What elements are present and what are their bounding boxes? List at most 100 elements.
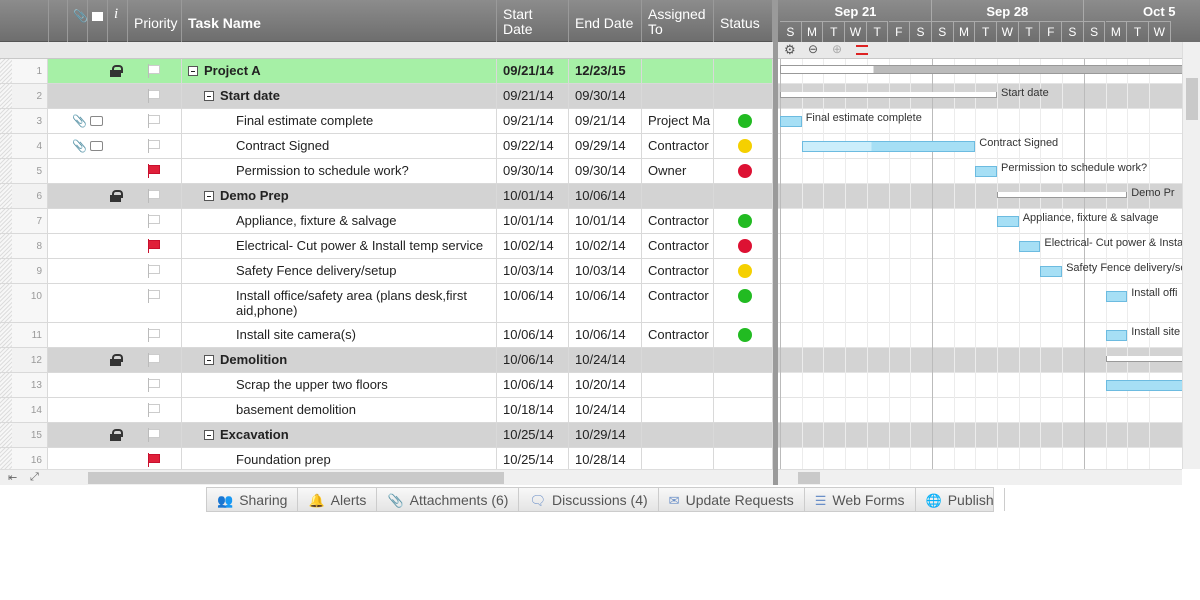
priority-cell[interactable]	[128, 323, 182, 347]
comment-icon[interactable]	[90, 116, 103, 126]
assigned-to-cell[interactable]	[642, 184, 714, 208]
task-bar[interactable]	[997, 216, 1019, 227]
status-cell[interactable]	[714, 259, 773, 283]
priority-cell[interactable]	[128, 109, 182, 133]
table-row[interactable]: 10 Install office/safety area (plans desk…	[0, 284, 773, 323]
table-row[interactable]: 9 Safety Fence delivery/setup 10/03/14 10/0…	[0, 259, 773, 284]
task-bar[interactable]	[1105, 291, 1128, 302]
flag-icon[interactable]	[148, 289, 160, 303]
priority-cell[interactable]	[128, 59, 182, 83]
tab-update[interactable]: ✉ Update Requests	[659, 488, 805, 511]
start-date-cell[interactable]: 09/21/14	[497, 84, 569, 108]
attachment-icon[interactable]: 📎	[72, 139, 87, 153]
task-bar[interactable]	[975, 166, 997, 177]
task-name-cell[interactable]: Permission to schedule work?	[182, 159, 497, 183]
table-row[interactable]: 2 Start date 09/21/14 09/30/14	[0, 84, 773, 109]
collapse-toggle-icon[interactable]	[204, 91, 214, 101]
table-row[interactable]: 12 Demolition 10/06/14 10/24/14	[0, 348, 773, 373]
task-name-cell[interactable]: Project A	[182, 59, 497, 83]
flag-icon[interactable]	[148, 328, 160, 342]
status-column-header[interactable]: Status	[714, 0, 773, 42]
table-row[interactable]: 11 Install site camera(s) 10/06/14 10/06/14…	[0, 323, 773, 348]
task-bar[interactable]	[1018, 241, 1041, 252]
summary-bar-start-date[interactable]	[780, 92, 997, 98]
status-cell[interactable]	[714, 398, 773, 422]
comment-icon[interactable]	[90, 141, 103, 151]
table-row[interactable]: 6 Demo Prep 10/01/14 10/06/14	[0, 184, 773, 209]
assigned-to-cell[interactable]	[642, 423, 714, 447]
assigned-to-cell[interactable]: Owner	[642, 159, 714, 183]
end-date-cell[interactable]: 10/06/14	[569, 284, 642, 322]
row-number[interactable]: 5	[0, 159, 48, 183]
assigned-to-cell[interactable]: Contractor	[642, 284, 714, 322]
collapse-toggle-icon[interactable]	[188, 66, 198, 76]
assigned-to-cell[interactable]: Contractor	[642, 234, 714, 258]
collapse-toggle-icon[interactable]	[204, 355, 214, 365]
status-cell[interactable]	[714, 59, 773, 83]
start-date-cell[interactable]: 10/06/14	[497, 284, 569, 322]
red-flag-icon[interactable]	[148, 239, 160, 253]
status-cell[interactable]	[714, 373, 773, 397]
priority-cell[interactable]	[128, 234, 182, 258]
tab-attachments[interactable]: 📎 Attachments (6)	[377, 488, 520, 511]
task-name-cell[interactable]: Contract Signed	[182, 134, 497, 158]
task-name-cell[interactable]: Start date	[182, 84, 497, 108]
priority-cell[interactable]	[128, 259, 182, 283]
table-row[interactable]: 4 📎 Contract Signed 09/22/14 09/29/14 Contrac…	[0, 134, 773, 159]
flag-icon[interactable]	[148, 64, 160, 78]
status-cell[interactable]	[714, 134, 773, 158]
task-name-column-header[interactable]: Task Name	[182, 0, 497, 42]
end-date-cell[interactable]: 10/06/14	[569, 184, 642, 208]
table-row[interactable]: 5 Permission to schedule work? 09/30/14 09/…	[0, 159, 773, 184]
end-date-cell[interactable]: 10/24/14	[569, 398, 642, 422]
status-cell[interactable]	[714, 423, 773, 447]
assigned-to-column-header[interactable]: Assigned To	[642, 0, 714, 42]
table-row[interactable]: 13 Scrap the upper two floors 10/06/14 10/2…	[0, 373, 773, 398]
attachment-icon[interactable]: 📎	[72, 114, 87, 128]
flag-icon[interactable]	[148, 189, 160, 203]
start-date-cell[interactable]: 10/18/14	[497, 398, 569, 422]
end-date-cell[interactable]: 10/06/14	[569, 323, 642, 347]
collapse-toggle-icon[interactable]	[204, 191, 214, 201]
row-number[interactable]: 14	[0, 398, 48, 422]
collapse-all-icon[interactable]: ⇤	[8, 471, 17, 484]
task-name-cell[interactable]: Install office/safety area (plans desk,f…	[182, 284, 497, 322]
task-name-cell[interactable]: basement demolition	[182, 398, 497, 422]
start-date-cell[interactable]: 09/22/14	[497, 134, 569, 158]
task-name-cell[interactable]: Demo Prep	[182, 184, 497, 208]
summary-bar-demolition[interactable]	[1105, 356, 1193, 362]
gantt-scroll-thumb[interactable]	[798, 472, 820, 484]
start-date-cell[interactable]: 10/01/14	[497, 209, 569, 233]
row-number[interactable]: 15	[0, 423, 48, 447]
start-date-cell[interactable]: 10/01/14	[497, 184, 569, 208]
priority-cell[interactable]	[128, 184, 182, 208]
row-number[interactable]: 13	[0, 373, 48, 397]
grid-horizontal-scrollbar[interactable]: ⇤ ⤢	[0, 469, 773, 485]
table-row[interactable]: 15 Excavation 10/25/14 10/29/14	[0, 423, 773, 448]
flag-icon[interactable]	[148, 353, 160, 367]
start-date-cell[interactable]: 10/06/14	[497, 323, 569, 347]
task-name-cell[interactable]: Appliance, fixture & salvage	[182, 209, 497, 233]
status-cell[interactable]	[714, 323, 773, 347]
start-date-cell[interactable]: 09/21/14	[497, 109, 569, 133]
flag-icon[interactable]	[148, 403, 160, 417]
status-cell[interactable]	[714, 184, 773, 208]
red-flag-icon[interactable]	[148, 164, 160, 178]
priority-cell[interactable]	[128, 373, 182, 397]
settings-gear-icon[interactable]: ⚙	[784, 42, 796, 58]
priority-cell[interactable]	[128, 84, 182, 108]
start-date-cell[interactable]: 10/02/14	[497, 234, 569, 258]
task-bar[interactable]	[1105, 330, 1128, 341]
end-date-cell[interactable]: 10/03/14	[569, 259, 642, 283]
end-date-column-header[interactable]: End Date	[569, 0, 642, 42]
start-date-cell[interactable]: 09/21/14	[497, 59, 569, 83]
row-number[interactable]: 1	[0, 59, 48, 83]
flag-icon[interactable]	[148, 89, 160, 103]
tab-publish[interactable]: 🌐 Publish	[916, 488, 1005, 511]
row-number[interactable]: 7	[0, 209, 48, 233]
start-date-cell[interactable]: 10/25/14	[497, 423, 569, 447]
assigned-to-cell[interactable]	[642, 59, 714, 83]
assigned-to-cell[interactable]: Project Ma	[642, 109, 714, 133]
status-cell[interactable]	[714, 159, 773, 183]
flag-icon[interactable]	[148, 214, 160, 228]
